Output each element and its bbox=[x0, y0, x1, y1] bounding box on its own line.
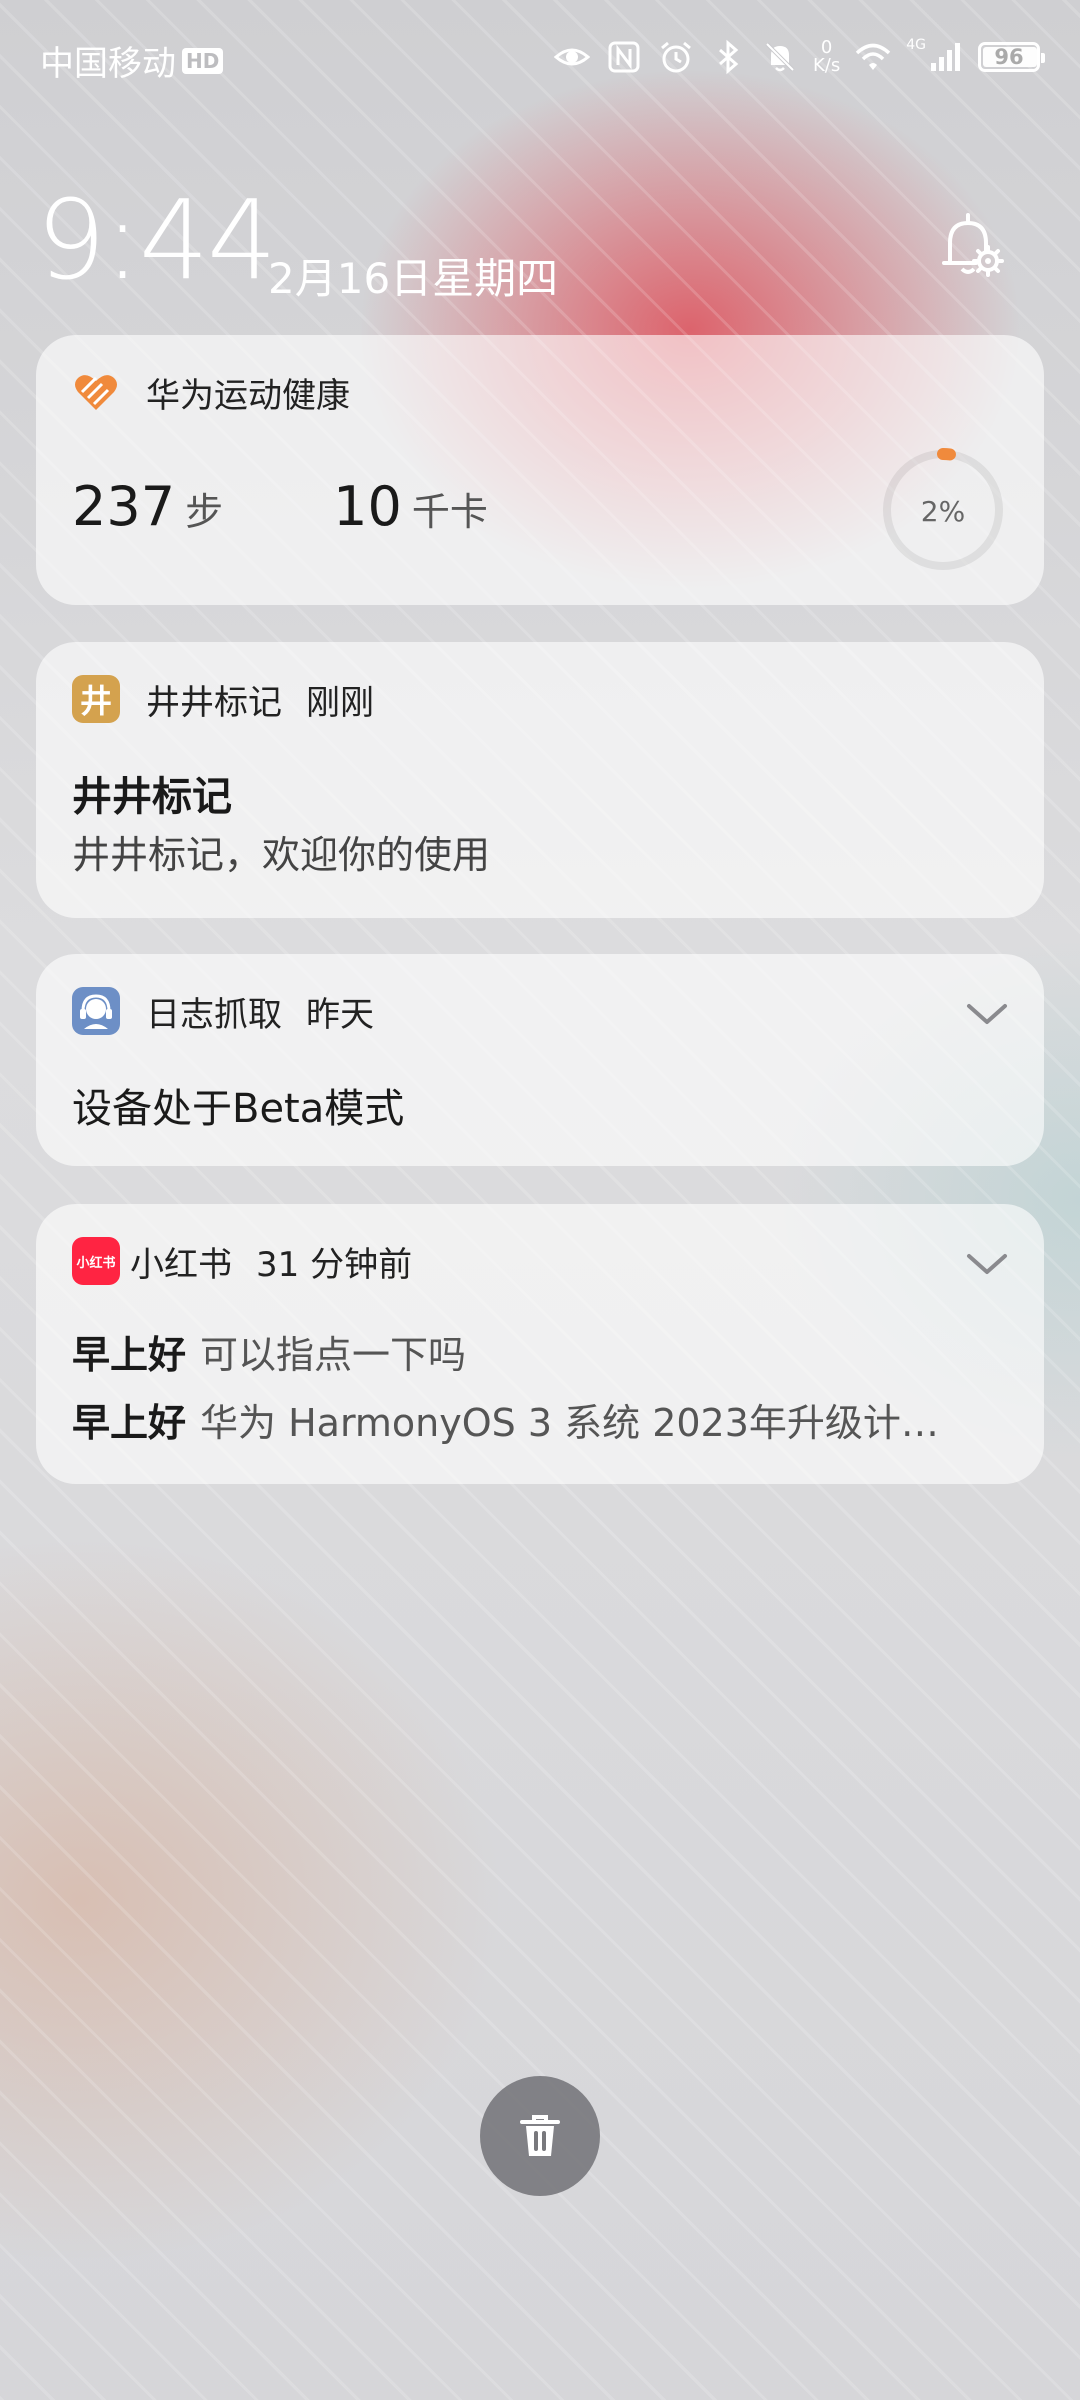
message-text: 可以指点一下吗 bbox=[200, 1333, 467, 1377]
trash-icon bbox=[520, 2115, 560, 2156]
signal-icon bbox=[926, 38, 964, 76]
app-name: 华为运动健康 bbox=[146, 375, 350, 416]
alarm-icon bbox=[657, 38, 695, 76]
expand-chevron-down-icon[interactable] bbox=[966, 1248, 1008, 1278]
signal-group: 4G bbox=[906, 38, 964, 76]
card-header: 小红书 小红书 31 分钟前 bbox=[72, 1236, 412, 1286]
calories-value: 10 bbox=[333, 475, 402, 538]
status-bar: 中国移动 HD 0 K/s 4G 96 bbox=[0, 0, 1080, 116]
jingjing-app-icon: 井 bbox=[72, 675, 120, 723]
notification-time: 刚刚 bbox=[306, 682, 374, 723]
card-header: 井 井井标记 刚刚 bbox=[72, 674, 374, 724]
bell-gear-icon bbox=[942, 213, 1004, 277]
app-name: 小红书 bbox=[130, 1244, 232, 1285]
battery-icon: 96 bbox=[978, 42, 1045, 72]
clear-notifications-button[interactable] bbox=[480, 2076, 600, 2196]
wifi-icon bbox=[854, 38, 892, 76]
eye-icon bbox=[553, 38, 591, 76]
carrier: 中国移动 HD bbox=[40, 36, 224, 85]
notification-settings-button[interactable] bbox=[930, 205, 1010, 285]
message-sender: 早上好 bbox=[72, 1333, 187, 1377]
log-notification-card[interactable]: 日志抓取 昨天 设备处于Beta模式 bbox=[36, 954, 1044, 1166]
notification-body: 井井标记，欢迎你的使用 bbox=[72, 833, 491, 877]
notification-time: 昨天 bbox=[306, 994, 374, 1035]
notification-time: 31 分钟前 bbox=[256, 1244, 413, 1285]
message-sender: 早上好 bbox=[72, 1401, 187, 1445]
mute-bell-icon bbox=[761, 38, 799, 76]
notification-title: 井井标记 bbox=[72, 774, 232, 820]
xiaohongshu-app-icon: 小红书 bbox=[72, 1237, 120, 1285]
headset-app-icon bbox=[72, 987, 120, 1035]
progress-ring: 2% bbox=[878, 445, 1008, 575]
message-line: 早上好 可以指点一下吗 bbox=[72, 1324, 1012, 1379]
health-notification-card[interactable]: 华为运动健康 237 步 10 千卡 2% bbox=[36, 335, 1044, 605]
hd-badge: HD bbox=[182, 47, 224, 74]
notification-title: 设备处于Beta模式 bbox=[72, 1086, 405, 1132]
progress-label: 2% bbox=[920, 495, 966, 528]
status-icons: 0 K/s 4G 96 bbox=[553, 32, 1045, 82]
steps-value: 237 bbox=[72, 475, 176, 538]
steps-unit: 步 bbox=[185, 490, 224, 534]
health-heart-icon bbox=[72, 368, 120, 416]
battery-label: 96 bbox=[994, 45, 1024, 69]
app-name: 井井标记 bbox=[146, 682, 282, 723]
nfc-icon bbox=[605, 38, 643, 76]
card-header: 华为运动健康 bbox=[72, 367, 350, 417]
carrier-name: 中国移动 bbox=[40, 44, 176, 84]
lockscreen-date: 2月16日星期四 bbox=[268, 254, 559, 303]
message-line: 早上好 华为 HarmonyOS 3 系统 2023年升级计… bbox=[72, 1392, 1012, 1447]
health-stats: 237 步 10 千卡 bbox=[72, 475, 488, 538]
app-name: 日志抓取 bbox=[146, 994, 282, 1035]
lockscreen-time: 9:44 bbox=[36, 176, 277, 304]
net-speed-unit: K/s bbox=[812, 55, 841, 76]
xiaohongshu-notification-card[interactable]: 小红书 小红书 31 分钟前 早上好 可以指点一下吗 早上好 华为 HarmonyO… bbox=[36, 1204, 1044, 1484]
calories-unit: 千卡 bbox=[411, 490, 488, 534]
jingjing-notification-card[interactable]: 井 井井标记 刚刚 井井标记 井井标记，欢迎你的使用 bbox=[36, 642, 1044, 918]
net-speed: 0 K/s bbox=[813, 39, 840, 75]
expand-chevron-down-icon[interactable] bbox=[966, 998, 1008, 1028]
bluetooth-icon bbox=[709, 38, 747, 76]
network-type: 4G bbox=[906, 37, 926, 53]
message-text: 华为 HarmonyOS 3 系统 2023年升级计… bbox=[200, 1401, 939, 1445]
card-header: 日志抓取 昨天 bbox=[72, 986, 374, 1036]
